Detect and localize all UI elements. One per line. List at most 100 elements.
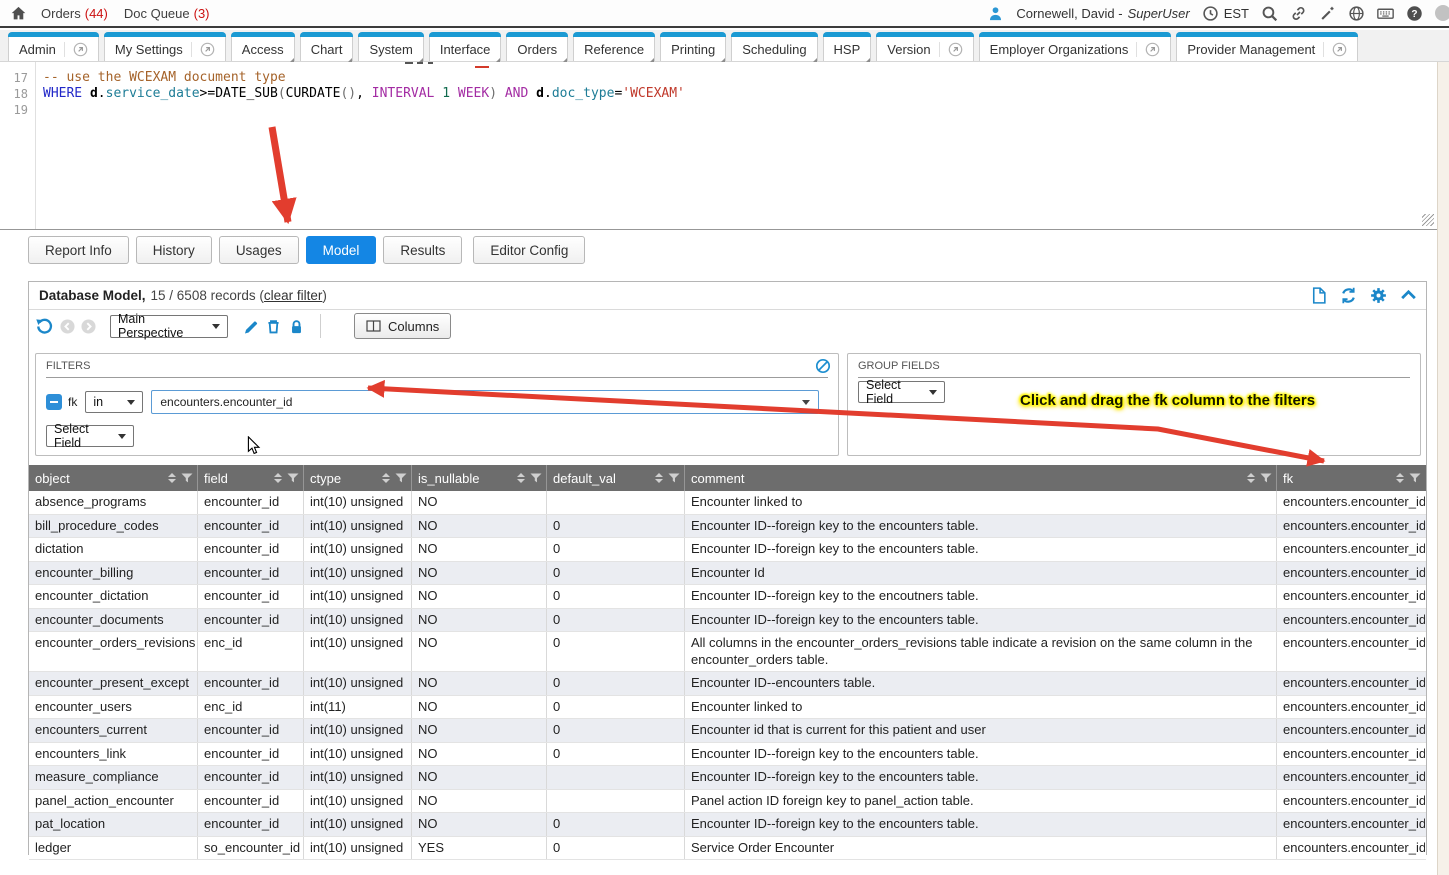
external-link-icon[interactable]	[1323, 42, 1347, 57]
external-link-icon[interactable]	[64, 42, 88, 57]
nav-tab-admin[interactable]: Admin	[8, 32, 99, 61]
pencil-icon[interactable]	[242, 318, 259, 335]
add-filter-field-select[interactable]: Select Field	[46, 425, 134, 447]
home-icon[interactable]	[10, 5, 27, 22]
filter-funnel-icon[interactable]	[1409, 473, 1421, 483]
sort-icon[interactable]	[382, 473, 390, 483]
filter-funnel-icon[interactable]	[395, 473, 407, 483]
sort-icon[interactable]	[1396, 473, 1404, 483]
cell-comment: Encounter ID--foreign key to the encount…	[684, 609, 1276, 632]
table-row[interactable]: ledgerso_encounter_idint(10) unsignedYES…	[29, 837, 1426, 861]
nav-tab-printing[interactable]: Printing	[660, 32, 726, 61]
nav-tab-system[interactable]: System	[358, 32, 423, 61]
refresh-icon[interactable]	[1339, 286, 1358, 305]
scrollbar-track[interactable]	[1437, 62, 1449, 875]
sort-icon[interactable]	[655, 473, 663, 483]
table-row[interactable]: absence_programsencounter_idint(10) unsi…	[29, 491, 1426, 515]
forward-icon[interactable]	[81, 319, 96, 334]
clock-icon[interactable]	[1202, 5, 1219, 22]
nav-tab-my-settings[interactable]: My Settings	[104, 32, 226, 61]
wand-icon[interactable]	[1319, 5, 1336, 22]
nav-tab-version[interactable]: Version	[876, 32, 973, 61]
editor-resize-grip[interactable]	[1422, 214, 1434, 226]
clear-filters-icon[interactable]	[815, 358, 831, 374]
table-row[interactable]: encounter_usersenc_idint(11)NO0Encounter…	[29, 696, 1426, 720]
remove-filter-icon[interactable]	[46, 394, 62, 410]
nav-tab-scheduling[interactable]: Scheduling	[731, 32, 817, 61]
sql-editor[interactable]: 171819 -- use the WCEXAM document typeWH…	[0, 62, 1437, 230]
nav-tab-interface[interactable]: Interface	[429, 32, 502, 61]
table-row[interactable]: encounter_present_exceptencounter_idint(…	[29, 672, 1426, 696]
gear-icon[interactable]	[1369, 286, 1388, 305]
tab-usages[interactable]: Usages	[219, 236, 299, 264]
column-header-ctype[interactable]: ctype	[303, 465, 411, 491]
lock-icon[interactable]	[288, 318, 305, 335]
external-link-icon[interactable]	[191, 42, 215, 57]
table-row[interactable]: encounter_billingencounter_idint(10) uns…	[29, 562, 1426, 586]
table-row[interactable]: encounter_dictationencounter_idint(10) u…	[29, 585, 1426, 609]
cell-comment: Encounter ID--foreign key to the encount…	[684, 743, 1276, 766]
tab-results[interactable]: Results	[383, 236, 462, 264]
editor-code[interactable]: -- use the WCEXAM document typeWHERE d.s…	[43, 62, 1423, 229]
nav-tab-orders[interactable]: Orders	[506, 32, 568, 61]
table-row[interactable]: pat_locationencounter_idint(10) unsigned…	[29, 813, 1426, 837]
perspective-select-value: Main Perspective	[118, 312, 204, 340]
table-row[interactable]: panel_action_encounterencounter_idint(10…	[29, 790, 1426, 814]
user-info[interactable]: Cornewell, David - SuperUser	[1016, 6, 1189, 21]
collapse-icon[interactable]	[1399, 286, 1418, 305]
filter-funnel-icon[interactable]	[287, 473, 299, 483]
filter-funnel-icon[interactable]	[530, 473, 542, 483]
sort-icon[interactable]	[274, 473, 282, 483]
topbar-link-doc-queue[interactable]: Doc Queue(3)	[124, 6, 210, 21]
nav-tab-access[interactable]: Access	[231, 32, 295, 61]
tab-history[interactable]: History	[136, 236, 212, 264]
add-group-field-select[interactable]: Select Field	[858, 381, 945, 403]
globe-icon[interactable]	[1348, 5, 1365, 22]
table-row[interactable]: bill_procedure_codesencounter_idint(10) …	[29, 515, 1426, 539]
external-link-icon[interactable]	[1136, 42, 1160, 57]
column-header-is-nullable[interactable]: is_nullable	[411, 465, 546, 491]
help-icon[interactable]: ?	[1406, 5, 1423, 22]
new-document-icon[interactable]	[1309, 286, 1328, 305]
trash-icon[interactable]	[265, 318, 282, 335]
table-row[interactable]: dictationencounter_idint(10) unsignedNO0…	[29, 538, 1426, 562]
table-row[interactable]: encounters_currentencounter_idint(10) un…	[29, 719, 1426, 743]
filter-funnel-icon[interactable]	[1260, 473, 1272, 483]
sort-icon[interactable]	[168, 473, 176, 483]
undo-icon[interactable]	[35, 317, 54, 336]
topbar-link-orders[interactable]: Orders(44)	[41, 6, 108, 21]
nav-tab-chart[interactable]: Chart	[300, 32, 354, 61]
nav-tab-hsp[interactable]: HSP	[823, 32, 872, 61]
link-icon[interactable]	[1290, 5, 1307, 22]
clear-filter-link[interactable]: clear filter	[264, 288, 323, 303]
column-header-field[interactable]: field	[197, 465, 303, 491]
external-link-icon[interactable]	[939, 42, 963, 57]
table-row[interactable]: encounters_linkencounter_idint(10) unsig…	[29, 743, 1426, 767]
table-row[interactable]: encounter_orders_revisionsenc_idint(10) …	[29, 632, 1426, 672]
filter-funnel-icon[interactable]	[668, 473, 680, 483]
columns-button[interactable]: Columns	[354, 313, 451, 339]
cell-default-val	[546, 766, 684, 789]
avatar[interactable]	[1435, 5, 1449, 21]
tab-model[interactable]: Model	[306, 236, 377, 264]
table-row[interactable]: measure_complianceencounter_idint(10) un…	[29, 766, 1426, 790]
nav-tab-reference[interactable]: Reference	[573, 32, 655, 61]
tab-report-info[interactable]: Report Info	[28, 236, 129, 264]
column-header-comment[interactable]: comment	[684, 465, 1276, 491]
sort-icon[interactable]	[517, 473, 525, 483]
table-row[interactable]: encounter_documentsencounter_idint(10) u…	[29, 609, 1426, 633]
search-icon[interactable]	[1261, 5, 1278, 22]
tab-editor-config[interactable]: Editor Config	[473, 236, 585, 264]
filter-operator-select[interactable]: in	[85, 391, 143, 413]
back-icon[interactable]	[60, 319, 75, 334]
column-header-object[interactable]: object	[29, 465, 197, 491]
column-header-default-val[interactable]: default_val	[546, 465, 684, 491]
column-header-fk[interactable]: fk	[1276, 465, 1425, 491]
nav-tab-employer-organizations[interactable]: Employer Organizations	[979, 32, 1172, 61]
perspective-select[interactable]: Main Perspective	[110, 315, 228, 338]
keyboard-icon[interactable]	[1377, 5, 1394, 22]
nav-tab-provider-management[interactable]: Provider Management	[1176, 32, 1358, 61]
sort-icon[interactable]	[1247, 473, 1255, 483]
filter-funnel-icon[interactable]	[181, 473, 193, 483]
filter-value-input[interactable]: encounters.encounter_id	[151, 390, 819, 414]
